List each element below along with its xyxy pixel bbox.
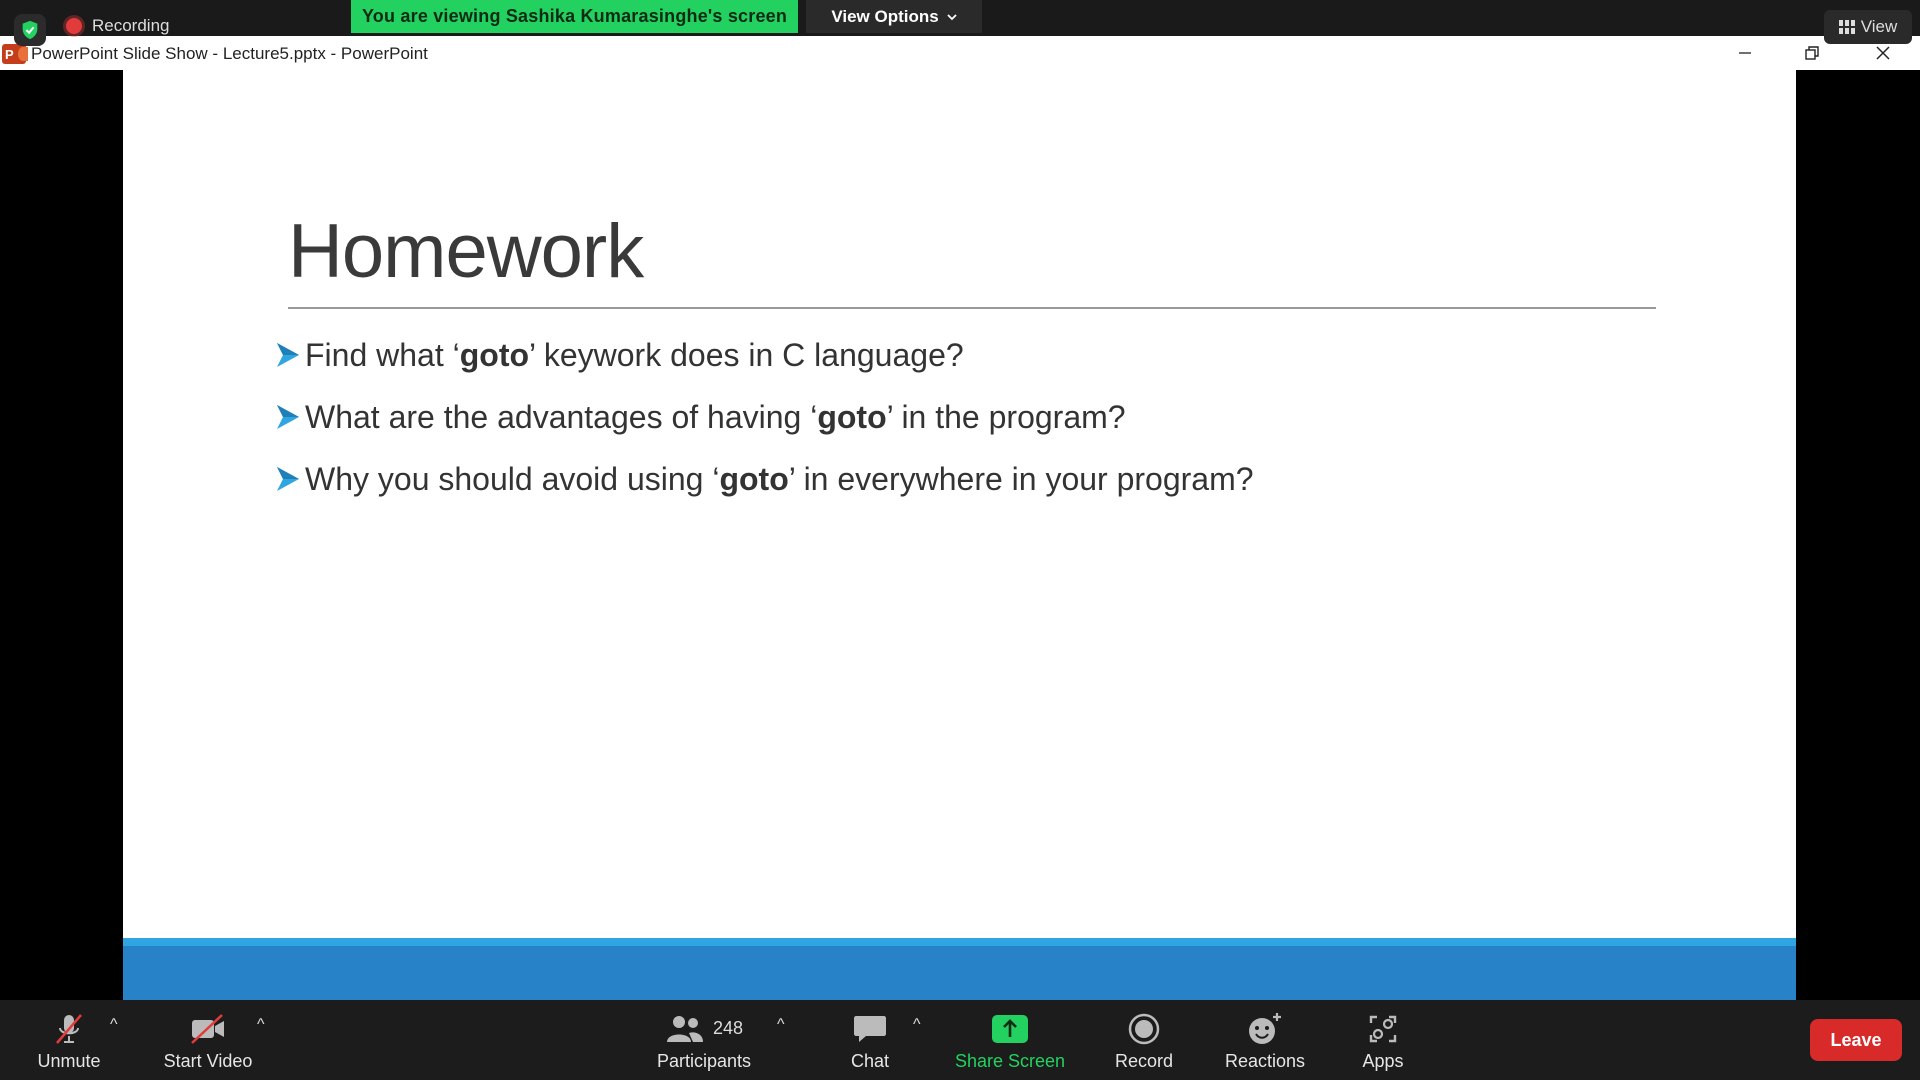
arrow-bullet-icon — [277, 343, 299, 367]
chevron-down-icon — [947, 13, 957, 20]
bullet-text-bold: goto — [719, 460, 789, 497]
participants-label: Participants — [656, 1050, 752, 1071]
powerpoint-app-icon: P — [2, 44, 28, 64]
apps-button[interactable]: Apps — [1350, 1000, 1416, 1080]
participants-count: 248 — [712, 1018, 744, 1038]
bullet-text: What are the advantages of having ‘goto’… — [305, 399, 1126, 436]
bullet-text-post: ’ keywork does in C language? — [529, 336, 964, 373]
app-icon-letter: P — [5, 46, 14, 62]
bullet-text-post: ’ in the program? — [886, 398, 1126, 435]
chat-icon — [854, 1015, 886, 1042]
bullet-text-pre: Why you should avoid using ‘ — [305, 460, 720, 497]
record-icon — [1128, 1013, 1160, 1044]
view-options-button[interactable]: View Options — [806, 0, 982, 33]
bullet-text-pre: Find what ‘ — [305, 336, 460, 373]
video-off-icon — [191, 1013, 224, 1044]
participants-button[interactable]: 248 Participants — [650, 1000, 758, 1080]
leave-button[interactable]: Leave — [1810, 1019, 1902, 1061]
bullet-text-post: ’ in everywhere in your program? — [788, 460, 1254, 497]
record-label: Record — [1114, 1050, 1174, 1071]
view-button[interactable]: View — [1824, 10, 1912, 44]
chat-label: Chat — [850, 1050, 890, 1071]
bullet-item: What are the advantages of having ‘goto’… — [275, 386, 1254, 448]
bullet-text-bold: goto — [817, 398, 887, 435]
minimize-button[interactable] — [1730, 40, 1760, 66]
unmute-label: Unmute — [37, 1050, 101, 1071]
unmute-button[interactable]: Unmute — [22, 1000, 116, 1080]
start-video-button[interactable]: Start Video — [155, 1000, 261, 1080]
bullet-list: Find what ‘goto’ keywork does in C langu… — [275, 324, 1254, 510]
encryption-shield-icon[interactable] — [14, 14, 46, 46]
minimize-icon — [1739, 52, 1751, 54]
reactions-label: Reactions — [1224, 1050, 1306, 1071]
bullet-item: Why you should avoid using ‘goto’ in eve… — [275, 448, 1254, 510]
restore-button[interactable] — [1797, 40, 1827, 66]
viewing-banner: You are viewing Sashika Kumarasinghe's s… — [351, 0, 798, 33]
title-divider — [288, 307, 1656, 309]
restore-icon — [1805, 46, 1819, 60]
close-icon — [1876, 46, 1890, 60]
participants-icon — [666, 1015, 703, 1042]
bullet-text-pre: What are the advantages of having ‘ — [305, 398, 818, 435]
zoom-top-bar: You are viewing Sashika Kumarasinghe's s… — [0, 0, 1920, 36]
record-dot-icon — [66, 18, 82, 34]
slide-footer-band — [123, 946, 1796, 1000]
muted-microphone-icon — [56, 1013, 82, 1044]
bullet-item: Find what ‘goto’ keywork does in C langu… — [275, 324, 1254, 386]
share-screen-icon — [992, 1014, 1028, 1043]
record-button[interactable]: Record — [1104, 1000, 1184, 1080]
window-title: PowerPoint Slide Show - Lecture5.pptx - … — [31, 44, 428, 63]
meeting-toolbar: Unmute ^ Start Video ^ 248 Participants … — [0, 1000, 1920, 1080]
reactions-button[interactable]: Reactions — [1217, 1000, 1313, 1080]
chat-options-caret-icon[interactable]: ^ — [913, 1016, 921, 1034]
slide-title: Homework — [288, 209, 644, 294]
view-options-label: View Options — [831, 6, 939, 26]
arrow-bullet-icon — [277, 405, 299, 429]
recording-indicator[interactable]: Recording — [66, 16, 170, 36]
bullet-text: Why you should avoid using ‘goto’ in eve… — [305, 461, 1254, 498]
reactions-icon — [1249, 1012, 1281, 1044]
share-screen-button[interactable]: Share Screen — [950, 1000, 1070, 1080]
bullet-text-bold: goto — [459, 336, 530, 373]
participants-options-caret-icon[interactable]: ^ — [777, 1016, 785, 1034]
share-screen-label: Share Screen — [954, 1050, 1066, 1071]
view-label: View — [1860, 17, 1898, 36]
slide: Homework Find what ‘goto’ keywork does i… — [123, 70, 1796, 1000]
apps-icon — [1369, 1015, 1397, 1042]
chat-button[interactable]: Chat — [835, 1000, 905, 1080]
window-title-bar: P PowerPoint Slide Show - Lecture5.pptx … — [0, 36, 1920, 70]
arrow-bullet-icon — [277, 467, 299, 491]
recording-label: Recording — [92, 16, 170, 35]
grid-icon — [1838, 20, 1855, 34]
bullet-text: Find what ‘goto’ keywork does in C langu… — [305, 337, 964, 374]
video-options-caret-icon[interactable]: ^ — [257, 1016, 265, 1034]
apps-label: Apps — [1362, 1050, 1404, 1071]
start-video-label: Start Video — [163, 1050, 253, 1071]
audio-options-caret-icon[interactable]: ^ — [110, 1016, 118, 1034]
slide-footer-accent-line — [123, 938, 1796, 946]
